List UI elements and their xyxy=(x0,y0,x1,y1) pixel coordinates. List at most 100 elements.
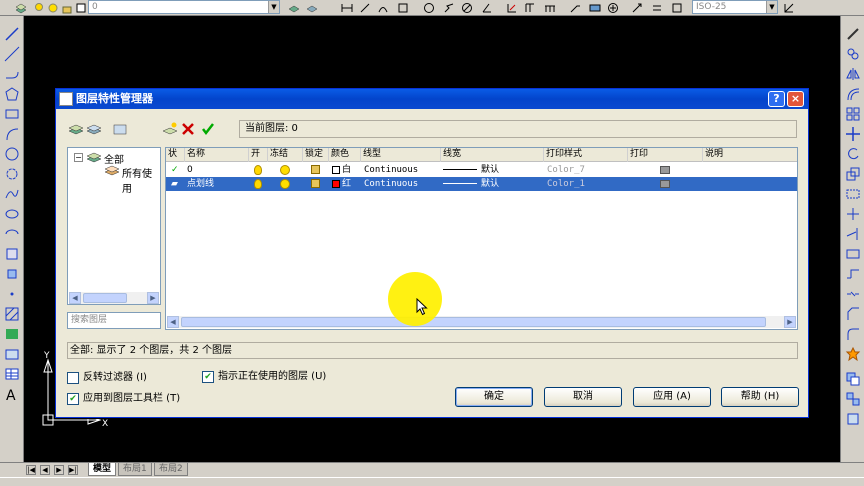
extend-icon[interactable] xyxy=(845,226,861,242)
apply-button[interactable]: 应用 (A) xyxy=(633,387,711,407)
chevron-down-icon[interactable]: ▼ xyxy=(766,1,777,13)
chamfer-icon[interactable] xyxy=(845,306,861,322)
layer-name[interactable]: 点划线 xyxy=(187,177,214,191)
offset-icon[interactable] xyxy=(845,86,861,102)
trim-icon[interactable] xyxy=(845,206,861,222)
lock-icon[interactable] xyxy=(311,163,320,177)
layer-list[interactable]: 状 名称 开 冻结 锁定 颜色 线型 线宽 打印样式 打印 说明 ✓ 0 白 C… xyxy=(165,147,798,330)
bring-front-icon[interactable] xyxy=(845,411,861,427)
new-group-filter-icon[interactable] xyxy=(86,122,102,136)
search-layer-input[interactable]: 搜索图层 xyxy=(67,312,161,329)
col-lineweight[interactable]: 线宽 xyxy=(441,148,544,162)
aligned-dimension-icon[interactable] xyxy=(358,1,372,14)
tab-model[interactable]: 模型 xyxy=(88,463,117,476)
bulb-icon[interactable] xyxy=(254,163,262,177)
col-on[interactable]: 开 xyxy=(249,148,268,162)
col-freeze[interactable]: 冻结 xyxy=(268,148,303,162)
lock-icon[interactable] xyxy=(60,1,74,14)
rectangle-icon[interactable] xyxy=(4,106,20,122)
set-current-icon[interactable] xyxy=(200,122,216,136)
layer-lineweight[interactable]: 默认 xyxy=(443,163,499,177)
scroll-right-icon[interactable]: ▶ xyxy=(147,292,159,304)
tolerance-icon[interactable] xyxy=(588,1,602,14)
next-tab-icon[interactable]: ▶ xyxy=(54,465,64,475)
layer-row[interactable]: ▰ 点划线 红 Continuous 默认 Color_1 xyxy=(166,177,797,191)
scroll-left-icon[interactable]: ◀ xyxy=(69,292,81,304)
delete-layer-icon[interactable] xyxy=(180,122,196,136)
make-current-icon[interactable] xyxy=(287,1,301,14)
angular-icon[interactable] xyxy=(480,1,494,14)
last-tab-icon[interactable]: ▶| xyxy=(68,465,78,475)
scale-icon[interactable] xyxy=(845,166,861,182)
rotate-icon[interactable] xyxy=(845,146,861,162)
move-icon[interactable] xyxy=(845,126,861,142)
ellipse-icon[interactable] xyxy=(4,206,20,222)
col-color[interactable]: 颜色 xyxy=(329,148,361,162)
make-block-icon[interactable] xyxy=(4,266,20,282)
bulb-icon[interactable] xyxy=(32,1,46,14)
join-icon[interactable] xyxy=(845,286,861,302)
invert-filter-checkbox[interactable] xyxy=(67,372,79,384)
lock-icon[interactable] xyxy=(311,177,320,191)
ordinate-icon[interactable] xyxy=(396,1,410,14)
layer-color[interactable]: 白 xyxy=(332,163,351,177)
circle-icon[interactable] xyxy=(4,146,20,162)
indicate-in-use-label[interactable]: 指示正在使用的图层 (U) xyxy=(218,370,326,383)
break-icon[interactable] xyxy=(845,266,861,282)
revision-cloud-icon[interactable] xyxy=(4,166,20,182)
polyline-icon[interactable] xyxy=(4,66,20,82)
diameter-icon[interactable] xyxy=(460,1,474,14)
dimension-text-edit-icon[interactable] xyxy=(650,1,664,14)
dialog-titlebar[interactable]: 图层特性管理器 xyxy=(56,89,808,109)
layer-color[interactable]: 红 xyxy=(332,177,351,191)
col-linetype[interactable]: 线型 xyxy=(361,148,441,162)
gradient-icon[interactable] xyxy=(4,326,20,342)
linear-dimension-icon[interactable] xyxy=(340,1,354,14)
help-button[interactable]: 帮助 (H) xyxy=(721,387,799,407)
scroll-thumb[interactable] xyxy=(181,317,766,327)
scroll-thumb[interactable] xyxy=(83,293,127,303)
text-icon[interactable]: A xyxy=(4,386,20,402)
cancel-button[interactable]: 取消 xyxy=(544,387,622,407)
scroll-left-icon[interactable]: ◀ xyxy=(167,316,179,328)
col-plot-style[interactable]: 打印样式 xyxy=(544,148,628,162)
layer-row[interactable]: ✓ 0 白 Continuous 默认 Color_7 xyxy=(166,163,797,177)
col-plot[interactable]: 打印 xyxy=(628,148,703,162)
break-at-point-icon[interactable] xyxy=(845,246,861,262)
array-icon[interactable] xyxy=(845,106,861,122)
first-tab-icon[interactable]: |◀ xyxy=(26,465,36,475)
region-icon[interactable] xyxy=(4,346,20,362)
collapse-icon[interactable]: − xyxy=(74,153,83,162)
layer-states-icon[interactable] xyxy=(112,122,128,136)
tab-layout1[interactable]: 布局1 xyxy=(118,463,152,476)
radius-icon[interactable] xyxy=(422,1,436,14)
layer-lineweight[interactable]: 默认 xyxy=(443,177,499,191)
col-description[interactable]: 说明 xyxy=(703,148,797,162)
hatch-icon[interactable] xyxy=(4,306,20,322)
indicate-in-use-checkbox[interactable]: ✔ xyxy=(202,371,214,383)
col-status[interactable]: 状 xyxy=(166,148,185,162)
mirror-icon[interactable] xyxy=(845,66,861,82)
continue-icon[interactable] xyxy=(543,1,557,14)
erase-icon[interactable] xyxy=(845,26,861,42)
col-lock[interactable]: 锁定 xyxy=(303,148,329,162)
quick-dimension-icon[interactable] xyxy=(505,1,519,14)
line-icon[interactable] xyxy=(4,26,20,42)
jogged-icon[interactable] xyxy=(442,1,456,14)
center-mark-icon[interactable] xyxy=(606,1,620,14)
dimension-update-icon[interactable] xyxy=(670,1,684,14)
tree-child-label[interactable]: 所有使用 xyxy=(122,165,160,195)
copy-icon[interactable] xyxy=(845,46,861,62)
filter-tree[interactable]: − 全部 所有使用 ◀ ▶ xyxy=(67,147,161,305)
table-icon[interactable] xyxy=(4,366,20,382)
sun-icon[interactable] xyxy=(280,177,290,191)
ok-button[interactable]: 确定 xyxy=(455,387,533,407)
col-name[interactable]: 名称 xyxy=(185,148,249,162)
insert-block-icon[interactable] xyxy=(4,246,20,262)
chevron-down-icon[interactable]: ▼ xyxy=(268,1,279,13)
polygon-icon[interactable] xyxy=(4,86,20,102)
tree-hscrollbar[interactable]: ◀ ▶ xyxy=(69,292,159,304)
prev-tab-icon[interactable]: ◀ xyxy=(40,465,50,475)
draworder-icon[interactable] xyxy=(845,371,861,387)
explode-icon[interactable] xyxy=(845,346,861,362)
